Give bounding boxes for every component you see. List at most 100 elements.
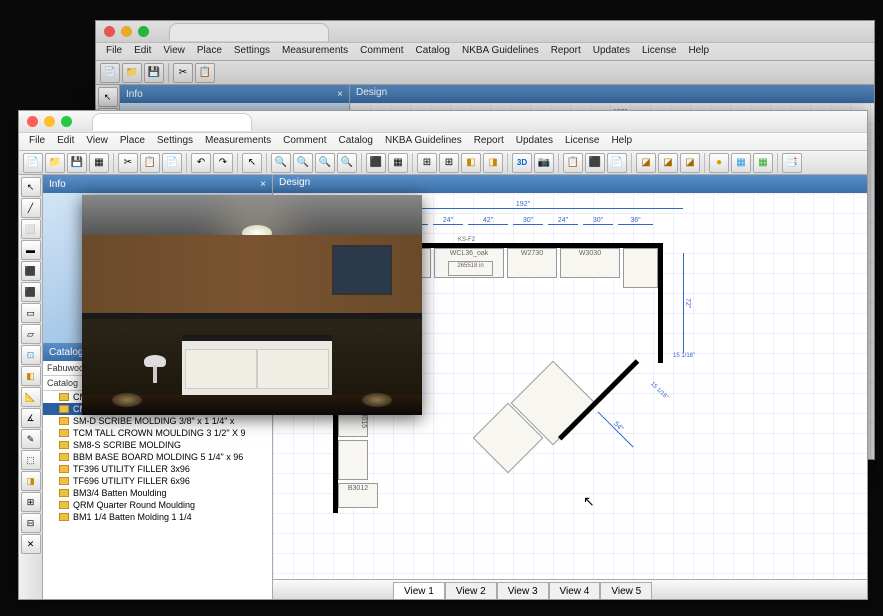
catalog-item[interactable]: TCM TALL CROWN MOULDING 3 1/2" X 9 (43, 427, 272, 439)
zoom-button[interactable]: 🔍 (337, 153, 357, 173)
catalog-item[interactable]: TF696 UTILITY FILLER 6x96 (43, 475, 272, 487)
catalog-item[interactable]: SM8-S SCRIBE MOLDING (43, 439, 272, 451)
menu-nkba[interactable]: NKBA Guidelines (379, 133, 468, 150)
tool-button[interactable]: ∡ (21, 408, 41, 428)
tool-button[interactable]: ▱ (21, 324, 41, 344)
browser-tab[interactable] (169, 23, 329, 41)
menu-edit[interactable]: Edit (51, 133, 80, 150)
tool-button[interactable]: ⬛ (366, 153, 386, 173)
tool-button[interactable]: ◨ (483, 153, 503, 173)
paste-button[interactable]: 📄 (162, 153, 182, 173)
menu-comment[interactable]: Comment (277, 133, 332, 150)
minimize-icon[interactable] (44, 116, 55, 127)
catalog-item[interactable]: SM-D SCRIBE MOLDING 3/8" x 1 1/4" x (43, 415, 272, 427)
menu-license[interactable]: License (559, 133, 605, 150)
view-tab-4[interactable]: View 4 (549, 582, 601, 599)
tool-button[interactable]: ◨ (21, 471, 41, 491)
close-icon[interactable]: × (260, 179, 266, 190)
cabinet[interactable] (623, 248, 658, 288)
3d-button[interactable]: 3D (512, 153, 532, 173)
tool-button[interactable]: ⊡ (21, 345, 41, 365)
tool-button[interactable]: ◧ (21, 366, 41, 386)
menu-item[interactable]: Catalog (410, 43, 456, 60)
sink[interactable]: 265518 in (448, 261, 493, 276)
view-tab-3[interactable]: View 3 (497, 582, 549, 599)
tool-button[interactable]: 📷 (534, 153, 554, 173)
menu-measurements[interactable]: Measurements (199, 133, 277, 150)
view-tab-5[interactable]: View 5 (600, 582, 652, 599)
cabinet[interactable]: W2730 (507, 248, 557, 278)
close-icon[interactable]: × (337, 89, 343, 100)
tool-button[interactable]: 📋 (563, 153, 583, 173)
cabinet[interactable]: B3012 (338, 483, 378, 508)
menu-updates[interactable]: Updates (510, 133, 559, 150)
maximize-icon[interactable] (138, 26, 149, 37)
tool-button[interactable]: ✕ (21, 534, 41, 554)
copy-button[interactable]: 📋 (140, 153, 160, 173)
menu-item[interactable]: NKBA Guidelines (456, 43, 545, 60)
view-tab-1[interactable]: View 1 (393, 582, 445, 599)
tool-button[interactable]: ✂ (173, 63, 193, 83)
open-button[interactable]: 📁 (45, 153, 65, 173)
menu-help[interactable]: Help (605, 133, 638, 150)
menu-item[interactable]: Updates (587, 43, 636, 60)
tool-button[interactable]: ⊟ (21, 513, 41, 533)
tool-button[interactable]: ◪ (680, 153, 700, 173)
new-button[interactable]: 📄 (23, 153, 43, 173)
cabinet[interactable] (338, 440, 368, 480)
tool-button[interactable]: ⊞ (417, 153, 437, 173)
catalog-item[interactable]: BM1 1/4 Batten Molding 1 1/4 (43, 511, 272, 523)
tool-button[interactable]: ◧ (461, 153, 481, 173)
undo-button[interactable]: ↶ (191, 153, 211, 173)
tool-button[interactable]: ▦ (731, 153, 751, 173)
menu-item[interactable]: Comment (354, 43, 409, 60)
catalog-item[interactable]: QRM Quarter Round Moulding (43, 499, 272, 511)
menu-item[interactable]: Place (191, 43, 228, 60)
menu-item[interactable]: Measurements (276, 43, 354, 60)
tool-button[interactable]: ● (709, 153, 729, 173)
catalog-item[interactable]: BM3/4 Batten Moulding (43, 487, 272, 499)
menu-view[interactable]: View (80, 133, 114, 150)
tool-button[interactable]: ⊞ (439, 153, 459, 173)
view-tab-2[interactable]: View 2 (445, 582, 497, 599)
menu-place[interactable]: Place (114, 133, 151, 150)
tool-button[interactable]: ⬛ (21, 261, 41, 281)
tool-button[interactable]: ▦ (89, 153, 109, 173)
tool-button[interactable]: ▭ (21, 303, 41, 323)
tool-button[interactable]: ▬ (21, 240, 41, 260)
menu-item[interactable]: Report (545, 43, 587, 60)
menu-item[interactable]: Settings (228, 43, 276, 60)
tool-button[interactable]: ▦ (753, 153, 773, 173)
pointer-button[interactable]: ↖ (242, 153, 262, 173)
menu-settings[interactable]: Settings (151, 133, 199, 150)
redo-button[interactable]: ↷ (213, 153, 233, 173)
close-icon[interactable] (27, 116, 38, 127)
browser-tab[interactable] (92, 113, 252, 131)
tool-button[interactable]: ⊞ (21, 492, 41, 512)
tool-button[interactable]: ⬚ (21, 450, 41, 470)
tool-button[interactable]: ◪ (658, 153, 678, 173)
menu-item[interactable]: File (100, 43, 128, 60)
tool-button[interactable]: ▦ (388, 153, 408, 173)
menu-item[interactable]: View (157, 43, 191, 60)
tool-button[interactable]: ⬜ (21, 219, 41, 239)
close-icon[interactable] (104, 26, 115, 37)
maximize-icon[interactable] (61, 116, 72, 127)
zoom-button[interactable]: 🔍 (271, 153, 291, 173)
catalog-item[interactable]: BBM BASE BOARD MOLDING 5 1/4" x 96 (43, 451, 272, 463)
catalog-item[interactable]: TF396 UTILITY FILLER 3x96 (43, 463, 272, 475)
tool-button[interactable]: 📄 (607, 153, 627, 173)
tool-button[interactable]: ⬛ (21, 282, 41, 302)
menu-item[interactable]: Edit (128, 43, 157, 60)
tool-button[interactable]: 💾 (144, 63, 164, 83)
menu-item[interactable]: License (636, 43, 682, 60)
cut-button[interactable]: ✂ (118, 153, 138, 173)
minimize-icon[interactable] (121, 26, 132, 37)
zoom-button[interactable]: 🔍 (315, 153, 335, 173)
tool-button[interactable]: ◪ (636, 153, 656, 173)
menu-report[interactable]: Report (468, 133, 510, 150)
tool-button[interactable]: 📑 (782, 153, 802, 173)
menu-catalog[interactable]: Catalog (333, 133, 379, 150)
select-tool[interactable]: ↖ (21, 177, 41, 197)
tool-button[interactable]: ⬛ (585, 153, 605, 173)
